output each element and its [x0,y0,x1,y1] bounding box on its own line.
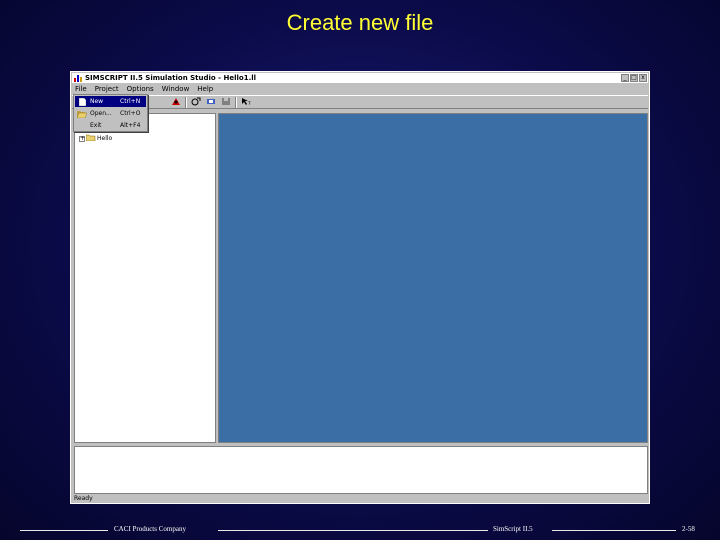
app-logo-icon [74,74,83,82]
footer-rule [218,530,488,531]
maximize-button[interactable]: □ [630,74,638,82]
expand-icon[interactable]: + [79,135,85,142]
footer-rule [20,530,108,531]
footer-company: CACI Products Company [114,525,186,533]
debug-icon [206,93,216,111]
folder-icon [85,134,96,143]
menu-item-label: New [90,98,104,105]
build-icon [171,93,181,111]
toolbar-separator [235,96,237,108]
window-controls: _ □ x [621,74,647,82]
mdi-workspace[interactable] [218,113,648,443]
tree-item[interactable]: + Hello [79,134,112,143]
menu-project[interactable]: Project [92,84,122,94]
save-button[interactable] [220,96,232,108]
menu-file[interactable]: File [72,84,90,94]
menu-item-shortcut: Alt+F4 [120,122,141,129]
save-icon [221,93,231,111]
run-icon [191,93,201,111]
window-title: SIMSCRIPT II.5 Simulation Studio - Hello… [85,74,257,82]
menu-item-label: Open... [90,110,112,117]
menu-item-label: Exit [90,122,102,129]
menubar: File Project Options Window Help [72,84,648,94]
open-folder-icon [77,110,87,118]
menu-options[interactable]: Options [124,84,157,94]
output-pane[interactable] [74,446,648,494]
tree-item-label: Hello [97,135,113,142]
project-tree[interactable]: + Hello [74,113,216,443]
debug-button[interactable] [205,96,217,108]
footer-product: SimScript II.5 [493,525,533,533]
slide-title: Create new file [286,10,434,35]
toolbar-separator [185,96,187,108]
close-button[interactable]: x [639,74,647,82]
build-button[interactable] [170,96,182,108]
run-button[interactable] [190,96,202,108]
footer-page-number: 2-58 [682,525,695,533]
window-titlebar[interactable]: SIMSCRIPT II.5 Simulation Studio - Hello… [72,73,648,83]
file-menu-dropdown: New Ctrl+N Open... Ctrl+O Exit Alt+F4 [73,94,148,132]
menu-item-shortcut: Ctrl+O [120,110,141,117]
help-pointer-icon: ? [241,93,251,111]
status-bar: Ready [74,495,93,502]
slide-footer: CACI Products Company SimScript II.5 2-5… [0,522,720,536]
minimize-button[interactable]: _ [621,74,629,82]
svg-text:?: ? [248,101,251,106]
app-window: SIMSCRIPT II.5 Simulation Studio - Hello… [70,71,650,504]
menu-item-open[interactable]: Open... Ctrl+O [75,108,146,119]
menu-item-exit[interactable]: Exit Alt+F4 [75,120,146,131]
toolbar: ? [72,95,648,109]
footer-rule [552,530,676,531]
new-file-icon [77,97,87,106]
menu-item-shortcut: Ctrl+N [120,98,141,105]
help-pointer-button[interactable]: ? [240,96,252,108]
menu-item-new[interactable]: New Ctrl+N [75,96,146,107]
